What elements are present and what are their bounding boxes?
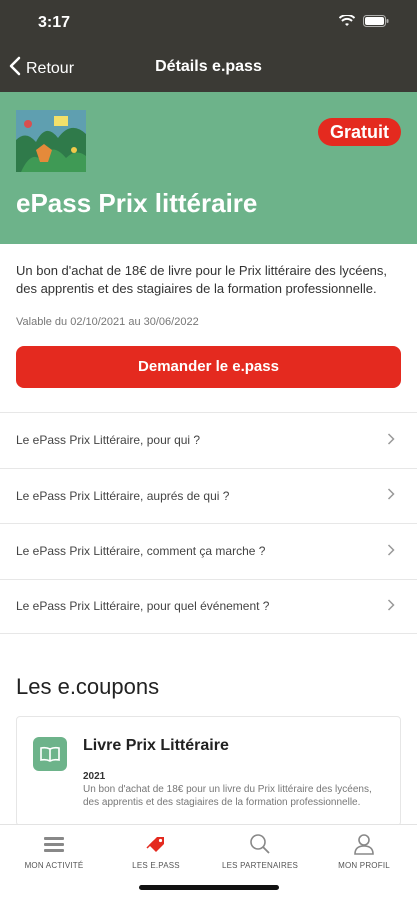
- status-time: 3:17: [38, 14, 71, 31]
- coupon-title: Livre Prix Littéraire: [83, 737, 229, 754]
- faq-item-label: Le ePass Prix Littéraire, pour qui ?: [16, 433, 201, 448]
- home-indicator: [139, 885, 279, 890]
- top-bar: 3:17 Retour Détails e.pass: [0, 0, 417, 92]
- status-icons: [338, 14, 389, 32]
- ticket-icon: [106, 831, 206, 857]
- chevron-right-icon: [387, 433, 395, 448]
- tab-label: LES E.PASS: [132, 861, 180, 870]
- price-badge: Gratuit: [317, 118, 401, 146]
- wifi-icon: [338, 14, 356, 32]
- validity-dates: Valable du 02/10/2021 au 30/06/2022: [16, 316, 199, 328]
- chevron-right-icon: [387, 488, 395, 503]
- chevron-right-icon: [387, 544, 395, 559]
- book-icon: [33, 737, 67, 771]
- faq-item[interactable]: Le ePass Prix Littéraire, pour quel évén…: [0, 578, 417, 634]
- chevron-right-icon: [387, 599, 395, 614]
- tab-partners[interactable]: LES PARTENAIRES: [210, 831, 310, 870]
- faq-item-label: Le ePass Prix Littéraire, pour quel évén…: [16, 599, 270, 614]
- request-epass-button[interactable]: Demander le e.pass: [16, 346, 401, 388]
- coupon-year: 2021: [83, 771, 106, 782]
- coupons-section-title: Les e.coupons: [16, 674, 160, 699]
- epass-description: Un bon d'achat de 18€ de livre pour le P…: [16, 263, 388, 296]
- profile-icon: [314, 831, 414, 857]
- epass-title: ePass Prix littéraire: [16, 188, 258, 218]
- search-icon: [210, 831, 310, 857]
- tab-epass[interactable]: LES E.PASS: [106, 831, 206, 870]
- faq-item-label: Le ePass Prix Littéraire, comment ça mar…: [16, 544, 266, 559]
- faq-list: Le ePass Prix Littéraire, pour qui ? Le …: [0, 412, 417, 634]
- tab-profile[interactable]: MON PROFIL: [314, 831, 414, 870]
- tab-label: MON PROFIL: [338, 861, 390, 870]
- coupon-card[interactable]: Livre Prix Littéraire 2021 Un bon d'acha…: [16, 716, 401, 826]
- faq-item[interactable]: Le ePass Prix Littéraire, auprés de qui …: [0, 467, 417, 524]
- faq-item[interactable]: Le ePass Prix Littéraire, pour qui ?: [0, 412, 417, 468]
- tab-activity[interactable]: MON ACTIVITÉ: [4, 831, 104, 870]
- page-title: Détails e.pass: [155, 58, 262, 75]
- tab-label: LES PARTENAIRES: [221, 861, 299, 870]
- activity-icon: [4, 831, 104, 857]
- epass-header: Gratuit ePass Prix littéraire: [0, 92, 417, 244]
- coupon-description: Un bon d'achat de 18€ pour un livre du P…: [83, 784, 372, 808]
- tab-label: MON ACTIVITÉ: [24, 861, 84, 870]
- battery-icon: [363, 14, 389, 32]
- epass-illustration: [16, 110, 86, 172]
- faq-item-label: Le ePass Prix Littéraire, auprés de qui …: [16, 488, 230, 503]
- faq-item[interactable]: Le ePass Prix Littéraire, comment ça mar…: [0, 523, 417, 579]
